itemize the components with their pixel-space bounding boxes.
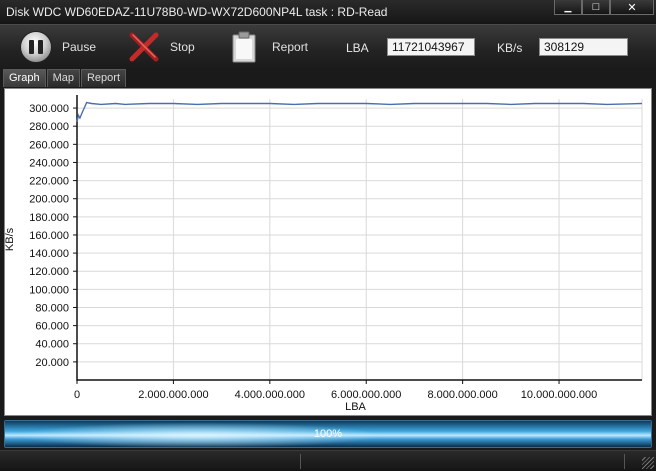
y-tick-label: 60.000 (35, 321, 69, 333)
y-tick-label: 100.000 (29, 284, 69, 296)
x-tick-label: 2.000.000.000 (138, 389, 208, 401)
pause-button[interactable]: Pause (20, 31, 96, 63)
x-tick-label: 8.000.000.000 (427, 389, 497, 401)
close-icon: ✕ (627, 1, 637, 14)
y-tick-label: 40.000 (35, 339, 69, 351)
stop-icon (129, 32, 159, 62)
y-tick-label: 80.000 (35, 302, 69, 314)
title-bar: Disk WDC WD60EDAZ-11U78B0-WD-WX72D600NP4… (0, 0, 656, 24)
window-title: Disk WDC WD60EDAZ-11U78B0-WD-WX72D600NP4… (6, 5, 388, 19)
y-axis-label: KB/s (5, 227, 16, 251)
y-tick-label: 120.000 (29, 266, 69, 278)
pause-icon (20, 31, 52, 63)
x-tick-label: 0 (74, 389, 80, 401)
stop-button[interactable]: Stop (128, 31, 195, 63)
lba-label: LBA (346, 41, 369, 55)
status-separator (300, 454, 301, 469)
x-tick-label: 10.000.000.000 (521, 389, 597, 401)
kbs-label: KB/s (497, 41, 523, 55)
minimize-button[interactable]: ▁ (554, 0, 582, 15)
tab-report[interactable]: Report (80, 69, 127, 87)
speed-chart: 20.000 40.000 60.000 80.000 100.000 120.000 14… (5, 95, 643, 413)
resize-grip[interactable] (642, 457, 654, 469)
progress-label: 100% (313, 428, 343, 440)
y-tick-label: 220.000 (29, 176, 69, 188)
y-tick-label: 200.000 (29, 194, 69, 206)
x-tick-label: 4.000.000.000 (235, 389, 305, 401)
maximize-button[interactable]: □ (582, 0, 610, 15)
report-label: Report (272, 40, 309, 54)
status-bar (0, 450, 656, 471)
lba-field[interactable] (387, 38, 475, 56)
status-separator (624, 454, 625, 469)
y-tick-label: 180.000 (29, 212, 69, 224)
progress-bar: 100% (4, 420, 652, 448)
minimize-icon: ▁ (564, 1, 572, 12)
y-tick-label: 300.000 (29, 103, 69, 115)
y-tick-label: 20.000 (35, 357, 69, 369)
report-button[interactable]: Report (232, 31, 308, 63)
maximize-icon: □ (592, 1, 600, 13)
clipboard-icon (232, 31, 256, 63)
speed-line (76, 101, 643, 122)
view-tabs: Graph Map Report (3, 69, 127, 87)
tab-map[interactable]: Map (46, 69, 80, 87)
x-tick-label: 6.000.000.000 (331, 389, 401, 401)
y-tick-label: 240.000 (29, 157, 69, 169)
y-tick-label: 160.000 (29, 230, 69, 242)
y-tick-label: 280.000 (29, 121, 69, 133)
kbs-field[interactable] (539, 38, 628, 56)
pause-label: Pause (62, 40, 97, 54)
close-button[interactable]: ✕ (610, 0, 654, 15)
graph-panel: 20.000 40.000 60.000 80.000 100.000 120.000 14… (4, 88, 652, 416)
y-tick-label: 260.000 (29, 139, 69, 151)
stop-label: Stop (170, 40, 195, 54)
tab-graph[interactable]: Graph (3, 69, 46, 87)
toolbar: Pause Stop Report LBA KB/s (0, 24, 656, 68)
y-tick-label: 140.000 (29, 248, 69, 260)
window-controls: ▁ □ ✕ (554, 0, 654, 15)
x-axis-label: LBA (345, 401, 366, 413)
